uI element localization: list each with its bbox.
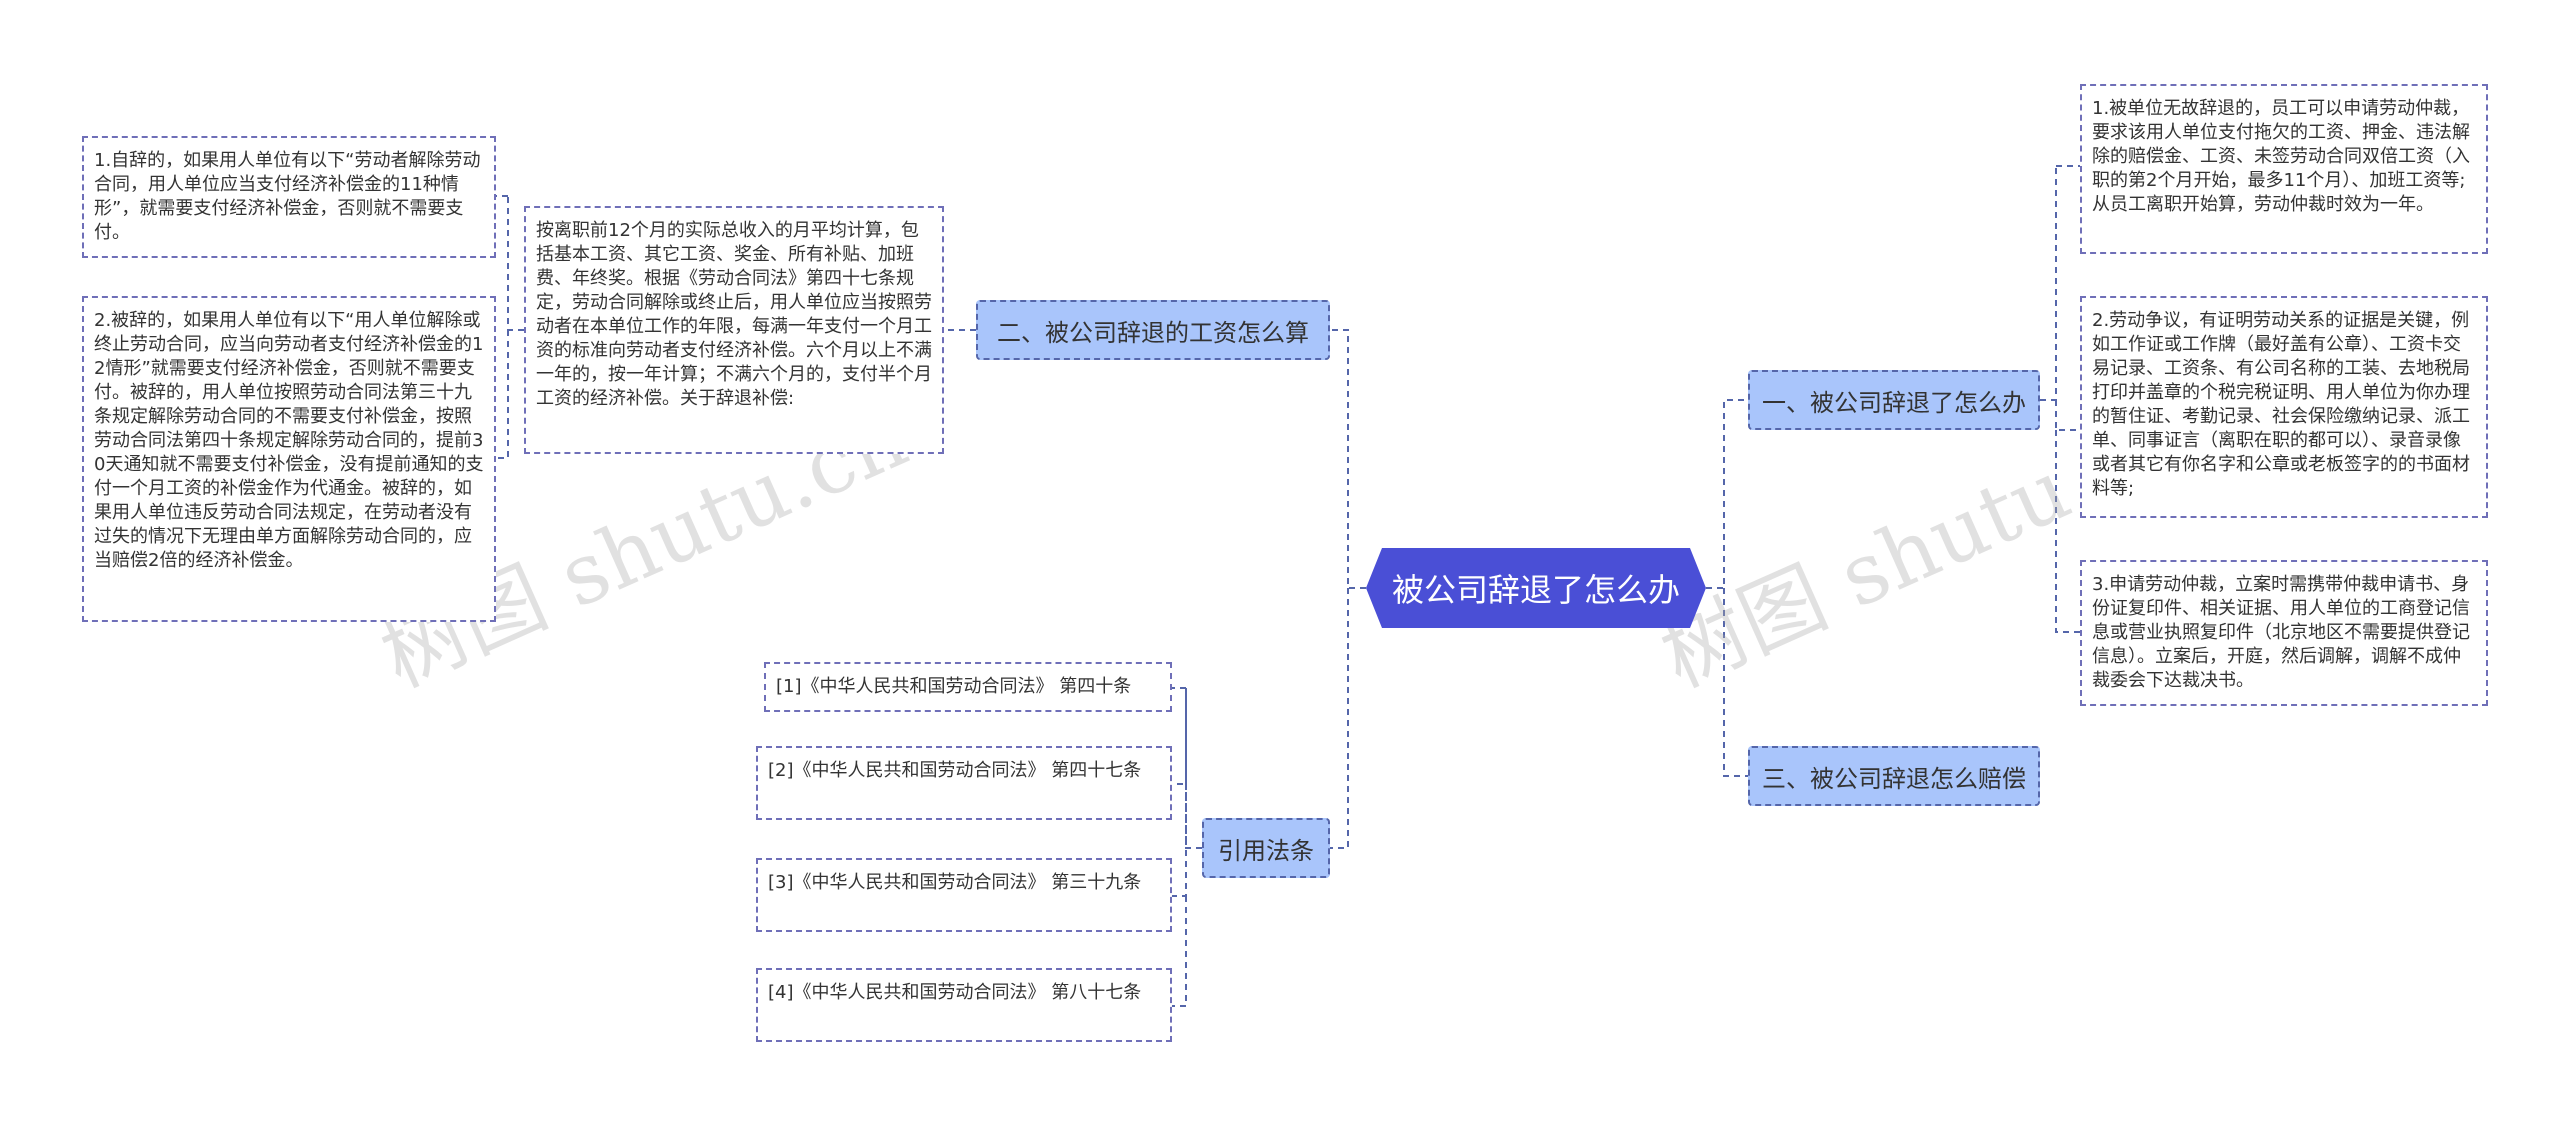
leaf-compensation-calculation: 按离职前12个月的实际总收入的月平均计算，包括基本工资、其它工资、奖金、所有补贴… <box>524 206 944 454</box>
connector-m1-l2 <box>496 330 509 459</box>
connector-b1-leaves <box>2040 166 2057 401</box>
root-topic[interactable]: 被公司辞退了怎么办 <box>1366 548 1706 628</box>
branch-topic-cited-laws[interactable]: 引用法条 <box>1202 818 1330 878</box>
connector-b1-r3 <box>2055 430 2080 633</box>
connector-b4-c4 <box>1172 896 1187 1007</box>
connector-root-b2 <box>1330 329 1366 589</box>
connector-root-b1 <box>1706 399 1748 589</box>
connector-root-b4 <box>1330 588 1349 849</box>
leaf-dismissed-compensation: 2.被辞的，如果用人单位有以下“用人单位解除或终止劳动合同，应当向劳动者支付经济… <box>82 296 496 622</box>
leaf-arbitration-procedure: 3.申请劳动仲裁，立案时需携带仲裁申请书、身份证复印件、相关证据、用人单位的工商… <box>2080 560 2488 706</box>
connector-b4-c3 <box>1172 784 1187 897</box>
citation-3: [3]《中华人民共和国劳动合同法》 第三十九条 <box>756 858 1172 932</box>
connector-b4-c2 <box>1172 688 1187 785</box>
leaf-evidence-of-employment: 2.劳动争议，有证明劳动关系的证据是关键，例如工作证或工作牌（最好盖有公章）、工… <box>2080 296 2488 518</box>
leaf-voluntary-resignation: 1.自辞的，如果用人单位有以下“劳动者解除劳动合同，用人单位应当支付经济补偿金的… <box>82 136 496 258</box>
citation-4: [4]《中华人民共和国劳动合同法》 第八十七条 <box>756 968 1172 1042</box>
branch-topic-3[interactable]: 三、被公司辞退怎么赔偿 <box>1748 746 2040 806</box>
mind-map-canvas: 树图 shutu.cn 树图 shutu.cn 被公司辞退了怎么办 一、被公司辞… <box>0 0 2560 1122</box>
branch-topic-2[interactable]: 二、被公司辞退的工资怎么算 <box>976 300 1330 360</box>
connector-m1-leaves <box>507 196 524 331</box>
branch-topic-1[interactable]: 一、被公司辞退了怎么办 <box>1748 370 2040 430</box>
citation-1: [1]《中华人民共和国劳动合同法》 第四十条 <box>764 662 1172 712</box>
citation-2: [2]《中华人民共和国劳动合同法》 第四十七条 <box>756 746 1172 820</box>
leaf-dismissal-arbitration: 1.被单位无故辞退的，员工可以申请劳动仲裁，要求该用人单位支付拖欠的工资、押金、… <box>2080 84 2488 254</box>
connector-root-b3 <box>1723 588 1748 777</box>
connector-b1-r2 <box>2055 400 2080 431</box>
connector-b4-cites <box>1185 688 1202 849</box>
